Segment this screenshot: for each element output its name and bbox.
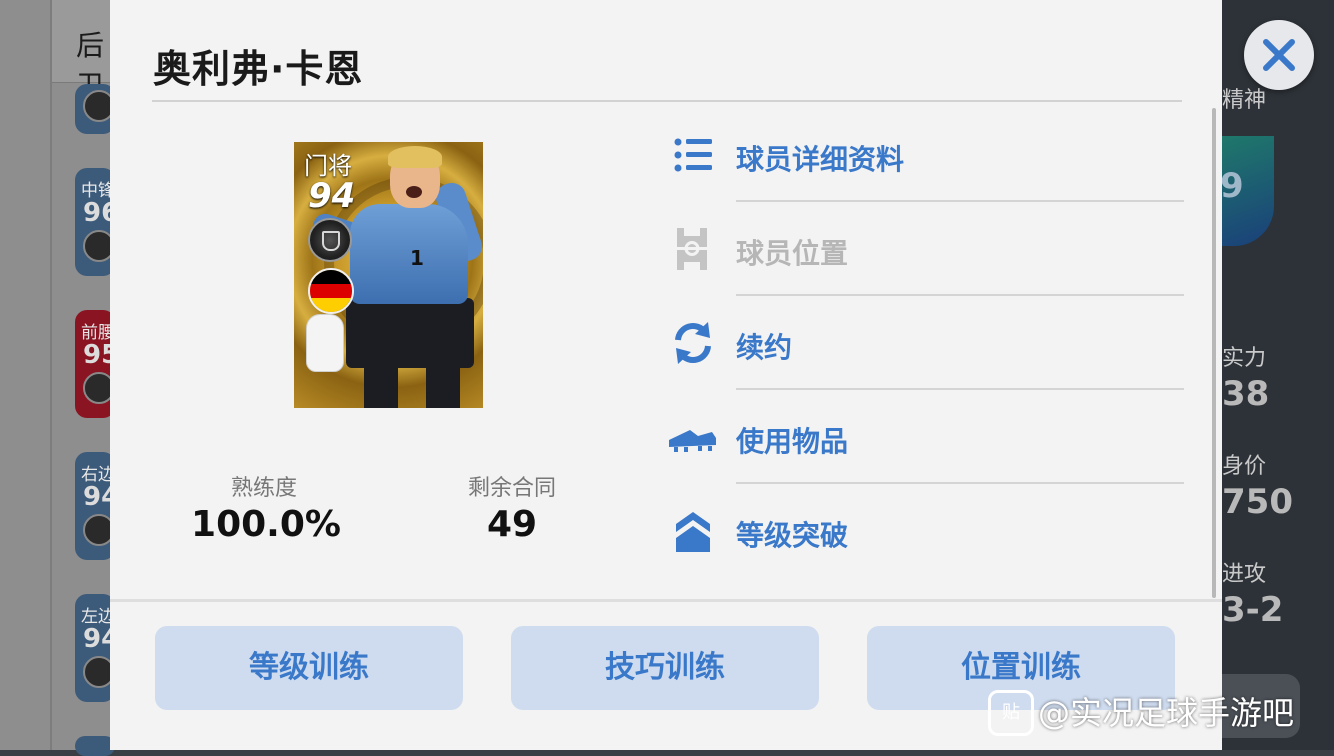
menu-item-label: 球员详细资料 (736, 143, 905, 176)
squad-card-partial[interactable] (75, 736, 115, 756)
player-shirt (350, 204, 468, 304)
goalkeeper-glove-icon (306, 314, 344, 372)
contract-value: 49 (486, 504, 538, 545)
squad-card[interactable]: 右边 94 (75, 452, 115, 560)
squad-card-partial[interactable] (75, 84, 115, 134)
squad-card[interactable]: 左边 94 (75, 594, 115, 702)
tieba-logo-icon: 贴 (988, 690, 1034, 736)
boot-icon (669, 430, 716, 452)
card-rating: 94 (308, 176, 356, 216)
contract-label: 剩余合同 (467, 476, 556, 501)
menu-divider (736, 482, 1184, 484)
close-icon (1263, 39, 1295, 71)
team-value-value: 750 (1222, 482, 1293, 522)
menu-divider (736, 294, 1184, 296)
player-mouth (406, 186, 422, 198)
spirit-label: 精神 (1222, 88, 1267, 113)
team-info-panel: 精神 9 实力 38 身价 750 进攻 3-2 (1212, 0, 1334, 750)
squad-card[interactable]: 前腰 95 (75, 310, 115, 418)
level-up-icon (676, 512, 710, 552)
menu-item-use-items[interactable]: 使用物品 (668, 412, 1184, 505)
menu-item-label: 等级突破 (736, 519, 849, 552)
attack-value: 3-2 (1222, 590, 1284, 630)
menu-item-player-position[interactable]: 球员位置 (668, 224, 1184, 317)
player-hair (388, 146, 442, 168)
squad-card[interactable]: 中锋 96 (75, 168, 115, 276)
list-icon (674, 138, 712, 172)
menu-divider (736, 388, 1184, 390)
player-kit-number: 1 (410, 246, 424, 270)
germany-flag-icon (308, 268, 354, 314)
player-shorts (346, 298, 474, 368)
menu-divider (736, 200, 1184, 202)
menu-item-label: 续约 (736, 331, 793, 364)
player-card[interactable]: 1 门将 94 (294, 142, 483, 408)
close-button[interactable] (1244, 20, 1314, 90)
menu-item-label: 使用物品 (736, 425, 849, 458)
scrollbar[interactable] (1212, 108, 1216, 598)
team-value-label: 身价 (1222, 454, 1267, 479)
menu-item-level-breakthrough[interactable]: 等级突破 (668, 506, 1184, 599)
menu-item-renew-contract[interactable]: 续约 (668, 318, 1184, 411)
menu-item-player-details[interactable]: 球员详细资料 (668, 130, 1184, 223)
team-shield-value: 9 (1220, 166, 1244, 206)
refresh-icon (675, 322, 711, 364)
squad-list-header: 后卫 (52, 0, 110, 102)
menu-item-label: 球员位置 (736, 237, 849, 270)
player-menu-dialog: 奥利弗·卡恩 1 门将 94 熟练度 100.0% 剩余合同 49 球员详细资料… (110, 0, 1222, 750)
proficiency-label: 熟练度 (230, 476, 297, 501)
attack-label: 进攻 (1222, 562, 1267, 587)
footer-divider (110, 599, 1222, 602)
squad-list-background: 后卫 中锋 96 前腰 95 右边 94 左边 94 (0, 0, 115, 756)
level-training-button[interactable]: 等级训练 (155, 626, 463, 710)
title-divider (152, 100, 1182, 102)
strength-label: 实力 (1222, 346, 1267, 371)
skill-training-button[interactable]: 技巧训练 (511, 626, 819, 710)
watermark-text: @实况足球手游吧 (1038, 694, 1295, 732)
proficiency-value: 100.0% (191, 504, 341, 545)
player-name-title: 奥利弗·卡恩 (153, 47, 364, 91)
list-divider (50, 0, 52, 750)
strength-value: 38 (1222, 374, 1270, 414)
club-badge-icon (308, 218, 352, 262)
pitch-icon (677, 228, 707, 270)
